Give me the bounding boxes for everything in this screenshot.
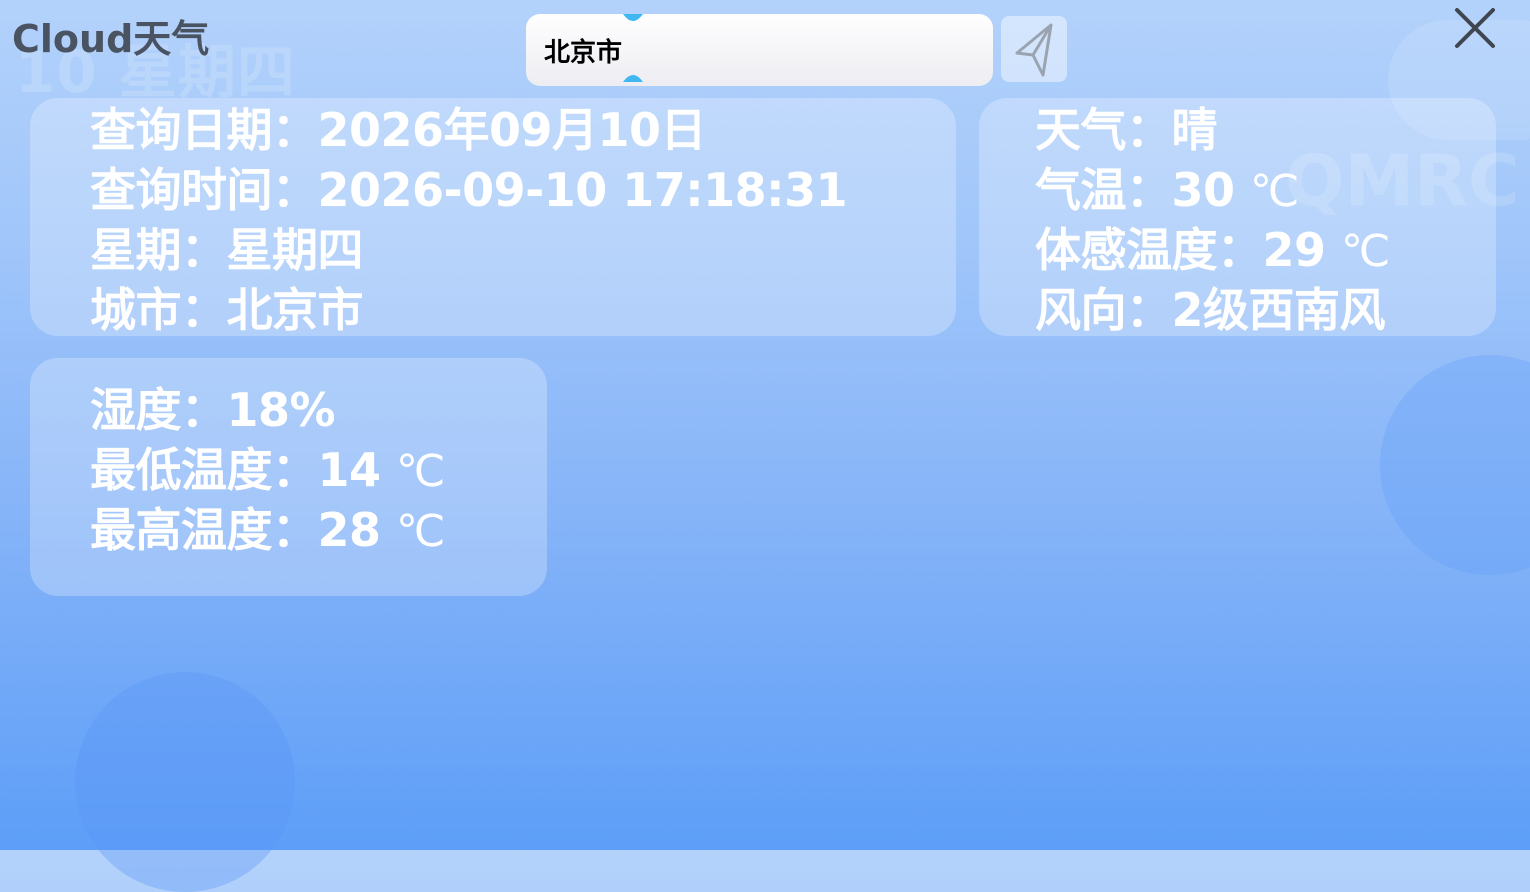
temperature-row: 气温：30 ℃ [1035,160,1496,220]
wind-row: 风向：2级西南风 [1035,280,1496,340]
humidity-temperature-card: 湿度：18% 最低温度：14 ℃ 最高温度：28 ℃ [30,358,547,596]
query-time-label: 查询时间： [90,163,318,217]
min-temperature-value: 14 [317,443,382,497]
decorative-circle [1380,355,1530,575]
temperature-label: 气温： [1035,163,1172,217]
temperature-unit: ℃ [1250,166,1299,217]
weather-label: 天气： [1035,103,1172,157]
send-icon [1015,23,1053,77]
wind-value: 2级西南风 [1171,283,1386,337]
wind-label: 风向： [1035,283,1172,337]
text-selection-handle-icon[interactable] [622,70,644,84]
query-time-value: 2026-09-10 17:18:31 [317,163,848,217]
text-selection-handle-icon[interactable] [622,12,644,26]
humidity-row: 湿度：18% [90,380,547,440]
query-date-row: 查询日期：2026年09月10日 [90,100,956,160]
min-temperature-unit: ℃ [396,446,445,497]
city-row: 城市：北京市 [90,280,956,340]
feels-like-value: 29 [1262,223,1327,277]
feels-like-label: 体感温度： [1035,223,1263,277]
send-button[interactable] [1001,16,1067,82]
weather-card: 天气：晴 气温：30 ℃ 体感温度：29 ℃ 风向：2级西南风 [979,98,1496,337]
humidity-value: 18% [226,383,336,437]
query-date-label: 查询日期： [90,103,318,157]
weather-value: 晴 [1171,103,1218,157]
query-time-row: 查询时间：2026-09-10 17:18:31 [90,160,956,220]
humidity-label: 湿度： [90,383,227,437]
min-temperature-row: 最低温度：14 ℃ [90,440,547,500]
weather-row: 天气：晴 [1035,100,1496,160]
weekday-row: 星期：星期四 [90,220,956,280]
city-value: 北京市 [226,283,364,337]
city-label: 城市： [90,283,227,337]
query-info-card: 查询日期：2026年09月10日 查询时间：2026-09-10 17:18:3… [30,98,956,337]
weekday-label: 星期： [90,223,227,277]
max-temperature-value: 28 [317,503,382,557]
close-button[interactable] [1450,4,1500,52]
search-box[interactable] [526,14,993,86]
max-temperature-unit: ℃ [396,506,445,557]
query-date-value: 2026年09月10日 [317,103,707,157]
min-temperature-label: 最低温度： [90,443,318,497]
feels-like-unit: ℃ [1341,226,1390,277]
feels-like-row: 体感温度：29 ℃ [1035,220,1496,280]
max-temperature-label: 最高温度： [90,503,318,557]
app-title: Cloud天气 [12,17,210,61]
decorative-circle [75,672,295,892]
city-search-input[interactable] [544,30,964,70]
temperature-value: 30 [1171,163,1236,217]
close-icon [1455,8,1495,48]
max-temperature-row: 最高温度：28 ℃ [90,500,547,560]
weekday-value: 星期四 [226,223,364,277]
